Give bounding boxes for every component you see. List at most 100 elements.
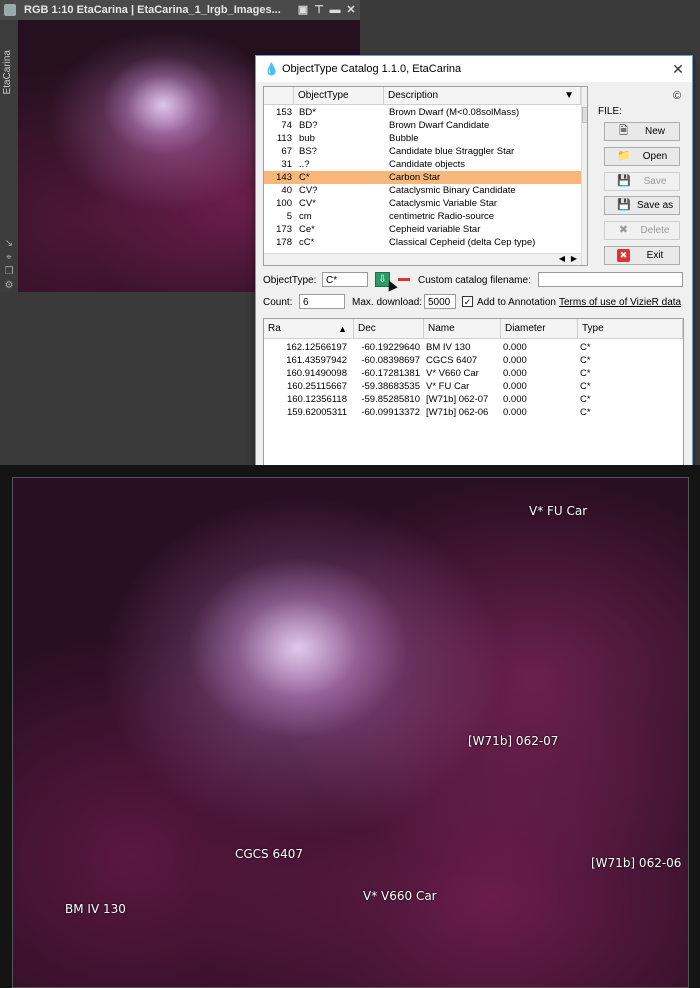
copy-icon[interactable]: ❐ xyxy=(3,266,15,278)
save-as-button[interactable]: 💾 Save as xyxy=(604,196,680,215)
table-row[interactable]: 143 C* Carbon Star xyxy=(264,171,581,184)
row-type: C* xyxy=(580,355,591,366)
table-row[interactable]: 100 CV* Cataclysmic Variable Star xyxy=(264,197,581,210)
max-download-label: Max. download: xyxy=(352,297,423,308)
row-description: Cataclysmic Variable Star xyxy=(389,198,498,209)
custom-catalog-label: Custom catalog filename: xyxy=(418,275,531,286)
app-drop-icon: 💧 xyxy=(264,62,279,76)
open-button-label: Open xyxy=(642,151,668,162)
column-header-diameter[interactable]: Diameter xyxy=(501,319,578,339)
row-objecttype: BD? xyxy=(299,120,318,131)
row-objecttype: bub xyxy=(299,133,315,144)
row-count: 67 xyxy=(281,146,292,157)
custom-catalog-input[interactable] xyxy=(538,272,683,287)
column-header-count[interactable] xyxy=(264,87,294,105)
row-dec: -59.38683535 xyxy=(361,381,420,392)
save-button-label: Save xyxy=(643,176,667,187)
exit-icon: ✖ xyxy=(617,249,630,262)
scroll-left-icon[interactable]: ◀ xyxy=(556,253,568,265)
column-header-name[interactable]: Name xyxy=(424,319,501,339)
minimize-icon[interactable]: ▬ xyxy=(328,3,342,17)
row-description: Carbon Star xyxy=(389,172,441,183)
table-row[interactable]: 160.91490098 -60.17281381 V* V660 Car 0.000… xyxy=(264,367,683,380)
table-row[interactable]: 67 BS? Candidate blue Straggler Star xyxy=(264,145,581,158)
row-objecttype: cC* xyxy=(299,237,315,248)
ra-header-label: Ra xyxy=(268,323,281,334)
add-to-annotation-label: Add to Annotation xyxy=(477,297,556,308)
dialog-titlebar[interactable]: 💧 ObjectType Catalog 1.1.0, EtaCarina ✕ xyxy=(256,56,692,82)
table-row[interactable]: 153 BD* Brown Dwarf (M<0.08solMass) xyxy=(264,106,581,119)
pin-icon[interactable]: ⊤ xyxy=(312,3,326,17)
results-table[interactable]: Ra ▲ Dec Name Diameter Type 162.12566197… xyxy=(263,318,684,466)
table-row[interactable]: 159.62005311 -60.09913372 [W71b] 062-06 0.0… xyxy=(264,406,683,419)
terms-link[interactable]: Terms of use of VizieR data xyxy=(559,297,681,308)
annotated-nebula-image: V* FU Car [W71b] 062-07 CGCS 6407 [W71b]… xyxy=(12,477,689,988)
delete-button[interactable]: ✖ Delete xyxy=(604,221,680,240)
close-icon[interactable]: ✕ xyxy=(344,3,358,17)
table-row[interactable]: 160.25115667 -59.38683535 V* FU Car 0.000 C* xyxy=(264,380,683,393)
row-diameter: 0.000 xyxy=(503,394,527,405)
side-tab-label: EtaCarina xyxy=(2,50,13,95)
row-ra: 161.43597942 xyxy=(286,355,347,366)
table-row[interactable]: 5 cm centimetric Radio-source xyxy=(264,210,581,223)
row-description: Bubble xyxy=(389,133,419,144)
row-ra: 160.12356118 xyxy=(286,394,347,405)
row-description: Brown Dwarf (M<0.08solMass) xyxy=(389,107,520,118)
exit-button-label: Exit xyxy=(646,250,664,261)
exit-button[interactable]: ✖ Exit xyxy=(604,246,680,265)
new-button-label: New xyxy=(644,126,665,137)
open-button[interactable]: 📁 Open xyxy=(604,147,680,166)
maximize-icon[interactable]: ⌖ xyxy=(3,252,15,264)
remove-icon[interactable] xyxy=(398,278,410,281)
add-to-annotation-checkbox[interactable]: ✓ xyxy=(462,296,473,307)
settings-icon[interactable]: ⚙ xyxy=(3,280,15,292)
dialog-title: ObjectType Catalog 1.1.0, EtaCarina xyxy=(282,63,462,75)
table-row[interactable]: 31..? Candidate objects xyxy=(264,158,581,171)
count-input[interactable]: 6 xyxy=(299,294,345,309)
sort-dropdown-icon[interactable]: ▼ xyxy=(564,87,574,105)
max-download-input[interactable]: 5000 xyxy=(424,294,456,309)
column-header-type[interactable]: Type xyxy=(578,319,683,339)
dialog-close-icon[interactable]: ✕ xyxy=(668,59,688,79)
image-window-titlebar[interactable]: RGB 1:10 EtaCarina | EtaCarina_1_lrgb_Im… xyxy=(0,0,360,20)
row-ra: 160.91490098 xyxy=(286,368,347,379)
new-button[interactable]: 🗎 New xyxy=(604,122,680,141)
row-dec: -60.09913372 xyxy=(361,407,420,418)
table-row[interactable]: 178 cC* Classical Cepheid (delta Cep type) xyxy=(264,236,581,249)
row-diameter: 0.000 xyxy=(503,342,527,353)
column-header-objecttype[interactable]: ObjectType xyxy=(294,87,384,105)
row-objecttype: BD* xyxy=(299,107,316,118)
horizontal-scrollbar[interactable] xyxy=(264,253,581,265)
row-objecttype: Ce* xyxy=(299,224,315,235)
table-row[interactable]: 161.43597942 -60.08398697 CGCS 6407 0.000 C* xyxy=(264,354,683,367)
table-row[interactable]: 74 BD? Brown Dwarf Candidate xyxy=(264,119,581,132)
row-name: CGCS 6407 xyxy=(426,355,478,366)
table-row[interactable]: 173 Ce* Cepheid variable Star xyxy=(264,223,581,236)
row-ra: 162.12566197 xyxy=(286,342,347,353)
row-objecttype: cm xyxy=(299,211,312,222)
column-header-ra[interactable]: Ra ▲ xyxy=(264,319,354,339)
image-side-tab[interactable]: EtaCarina ↘ ⌖ ❐ ⚙ xyxy=(0,20,18,292)
annotation-label: BM IV 130 xyxy=(65,902,126,916)
table-row[interactable]: 113 bub Bubble xyxy=(264,132,581,145)
scroll-right-icon[interactable]: ▶ xyxy=(568,253,580,265)
table-row[interactable]: 162.12566197 -60.19229640 BM IV 130 0.000 C* xyxy=(264,341,683,354)
row-dec: -60.17281381 xyxy=(361,368,420,379)
row-count: 74 xyxy=(281,120,292,131)
object-type-input[interactable]: C* xyxy=(322,272,368,287)
row-objecttype: ..? xyxy=(299,159,310,170)
new-file-icon: 🗎 xyxy=(619,125,628,137)
vertical-scrollbar-thumb[interactable] xyxy=(582,107,587,123)
column-header-description[interactable]: Description ▼ xyxy=(384,87,581,105)
save-button[interactable]: 💾 Save xyxy=(604,172,680,191)
table-row[interactable]: 160.12356118 -59.85285810 [W71b] 062-07 0.0… xyxy=(264,393,683,406)
object-type-table[interactable]: ObjectType Description ▼ 153 BD* Brown Dwa… xyxy=(263,86,588,266)
row-diameter: 0.000 xyxy=(503,355,527,366)
table-row[interactable]: 40 CV? Cataclysmic Binary Candidate xyxy=(264,184,581,197)
shade-icon[interactable]: ↘ xyxy=(3,238,15,250)
image-window-icon xyxy=(4,4,16,16)
restore-icon[interactable]: ▣ xyxy=(296,3,310,17)
row-diameter: 0.000 xyxy=(503,381,527,392)
delete-button-label: Delete xyxy=(640,225,670,236)
column-header-dec[interactable]: Dec xyxy=(354,319,424,339)
